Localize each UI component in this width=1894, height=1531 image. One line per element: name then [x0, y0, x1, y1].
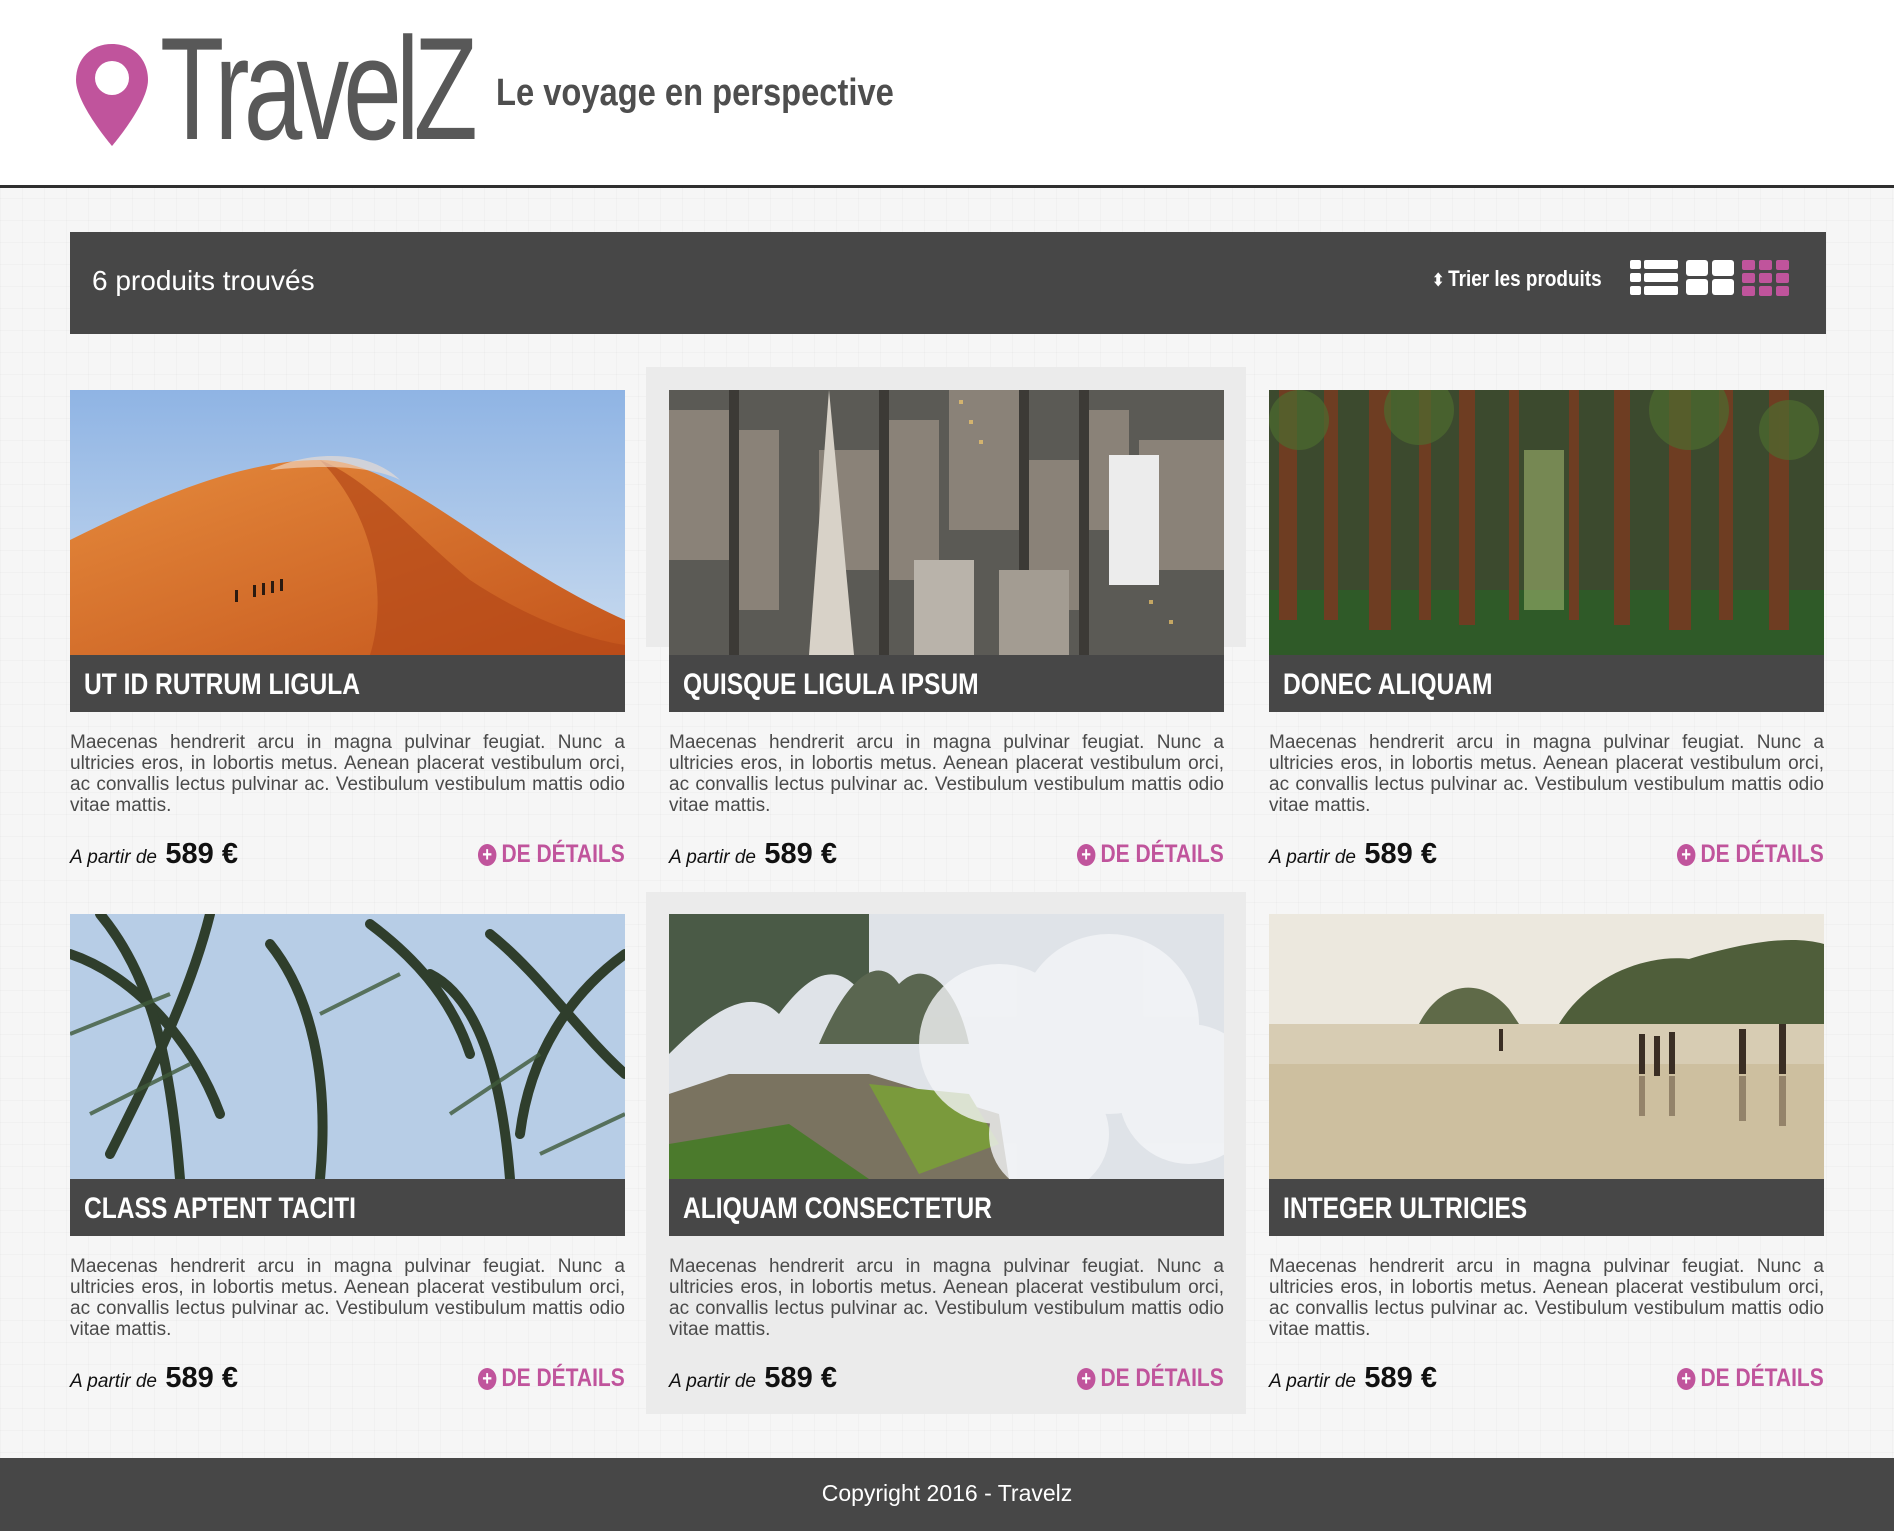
sort-label: Trier les produits	[1448, 266, 1602, 291]
product-description: Maecenas hendrerit arcu in magna pulvina…	[1269, 732, 1824, 816]
details-link[interactable]: + DE DÉTAILS	[478, 840, 625, 869]
product-card[interactable]: Aliquam consectetur Maecenas hendrerit a…	[669, 914, 1224, 1394]
product-description: Maecenas hendrerit arcu in magna pulvina…	[669, 732, 1224, 816]
product-title-bar: Ut id rutrum ligula	[70, 655, 625, 712]
price-value: 589 €	[1364, 838, 1437, 870]
details-label: DE DÉTAILS	[1100, 840, 1224, 868]
sort-icon: ⬍	[1432, 270, 1446, 290]
product-description: Maecenas hendrerit arcu in magna pulvina…	[669, 1256, 1224, 1340]
product-title-bar: Integer ultricies	[1269, 1179, 1824, 1236]
product-card[interactable]: Integer ultricies Maecenas hendrerit arc…	[1269, 914, 1824, 1394]
plus-circle-icon: +	[1077, 843, 1096, 866]
map-pin-icon	[76, 44, 148, 146]
details-label: DE DÉTAILS	[1700, 840, 1824, 868]
product-image[interactable]	[70, 390, 625, 655]
details-label: DE DÉTAILS	[1700, 1364, 1824, 1392]
product-title: Ut id rutrum ligula	[84, 668, 361, 701]
price-value: 589 €	[764, 838, 837, 870]
details-label: DE DÉTAILS	[1100, 1364, 1224, 1392]
price-line: A partir de 589 €	[70, 838, 238, 871]
product-image[interactable]	[1269, 390, 1824, 655]
product-card[interactable]: Ut id rutrum ligula Maecenas hendrerit a…	[70, 390, 625, 870]
price-prefix: A partir de	[1269, 1371, 1356, 1392]
details-link[interactable]: + DE DÉTAILS	[478, 1364, 625, 1393]
product-description: Maecenas hendrerit arcu in magna pulvina…	[70, 732, 625, 816]
plus-circle-icon: +	[478, 843, 497, 866]
grid-3-view-icon[interactable]	[1742, 258, 1790, 298]
list-view-icon[interactable]	[1630, 258, 1678, 298]
site-tagline: Le voyage en perspective	[496, 72, 894, 114]
plus-circle-icon: +	[478, 1367, 497, 1390]
details-label: DE DÉTAILS	[501, 1364, 625, 1392]
product-description: Maecenas hendrerit arcu in magna pulvina…	[1269, 1256, 1824, 1340]
plus-circle-icon: +	[1677, 843, 1696, 866]
price-line: A partir de 589 €	[70, 1362, 238, 1395]
product-title-bar: Quisque ligula ipsum	[669, 655, 1224, 712]
price-prefix: A partir de	[1269, 847, 1356, 868]
price-line: A partir de 589 €	[669, 838, 837, 871]
copyright-text: Copyright 2016 - Travelz	[821, 1480, 1073, 1506]
details-link[interactable]: + DE DÉTAILS	[1077, 840, 1224, 869]
product-title: Aliquam consectetur	[683, 1192, 992, 1225]
price-line: A partir de 589 €	[1269, 1362, 1437, 1395]
details-link[interactable]: + DE DÉTAILS	[1677, 1364, 1824, 1393]
product-image[interactable]	[1269, 914, 1824, 1179]
details-link[interactable]: + DE DÉTAILS	[1677, 840, 1824, 869]
product-title-bar: Class aptent taciti	[70, 1179, 625, 1236]
price-value: 589 €	[764, 1362, 837, 1394]
price-prefix: A partir de	[70, 1371, 157, 1392]
plus-circle-icon: +	[1677, 1367, 1696, 1390]
product-title: Quisque ligula ipsum	[683, 668, 979, 701]
price-line: A partir de 589 €	[1269, 838, 1437, 871]
results-toolbar: 6 produits trouvés ⬍ Trier les produits	[70, 232, 1826, 334]
price-value: 589 €	[1364, 1362, 1437, 1394]
result-count: 6 produits trouvés	[92, 265, 315, 296]
site-header: TravelZ Le voyage en perspective	[0, 0, 1894, 188]
product-title: Integer ultricies	[1283, 1192, 1528, 1225]
price-value: 589 €	[165, 838, 238, 870]
product-title-bar: Aliquam consectetur	[669, 1179, 1224, 1236]
site-footer: Copyright 2016 - Travelz	[0, 1458, 1894, 1531]
product-description: Maecenas hendrerit arcu in magna pulvina…	[70, 1256, 625, 1340]
price-value: 589 €	[165, 1362, 238, 1394]
price-prefix: A partir de	[669, 1371, 756, 1392]
logo-wordmark: TravelZ	[160, 7, 478, 170]
details-label: DE DÉTAILS	[501, 840, 625, 868]
grid-2-view-icon[interactable]	[1686, 258, 1734, 298]
product-image[interactable]	[70, 914, 625, 1179]
sort-products-button[interactable]: ⬍ Trier les produits	[1432, 266, 1602, 292]
plus-circle-icon: +	[1077, 1367, 1096, 1390]
product-title: Donec aliquam	[1283, 668, 1493, 701]
product-card[interactable]: Class aptent taciti Maecenas hendrerit a…	[70, 914, 625, 1394]
price-prefix: A partir de	[70, 847, 157, 868]
product-card[interactable]: Donec aliquam Maecenas hendrerit arcu in…	[1269, 390, 1824, 870]
price-prefix: A partir de	[669, 847, 756, 868]
details-link[interactable]: + DE DÉTAILS	[1077, 1364, 1224, 1393]
product-image[interactable]	[669, 390, 1224, 655]
price-line: A partir de 589 €	[669, 1362, 837, 1395]
product-card[interactable]: Quisque ligula ipsum Maecenas hendrerit …	[669, 390, 1224, 870]
product-title: Class aptent taciti	[84, 1192, 356, 1225]
travelz-logo[interactable]: TravelZ	[72, 16, 492, 162]
product-image[interactable]	[669, 914, 1224, 1179]
product-title-bar: Donec aliquam	[1269, 655, 1824, 712]
